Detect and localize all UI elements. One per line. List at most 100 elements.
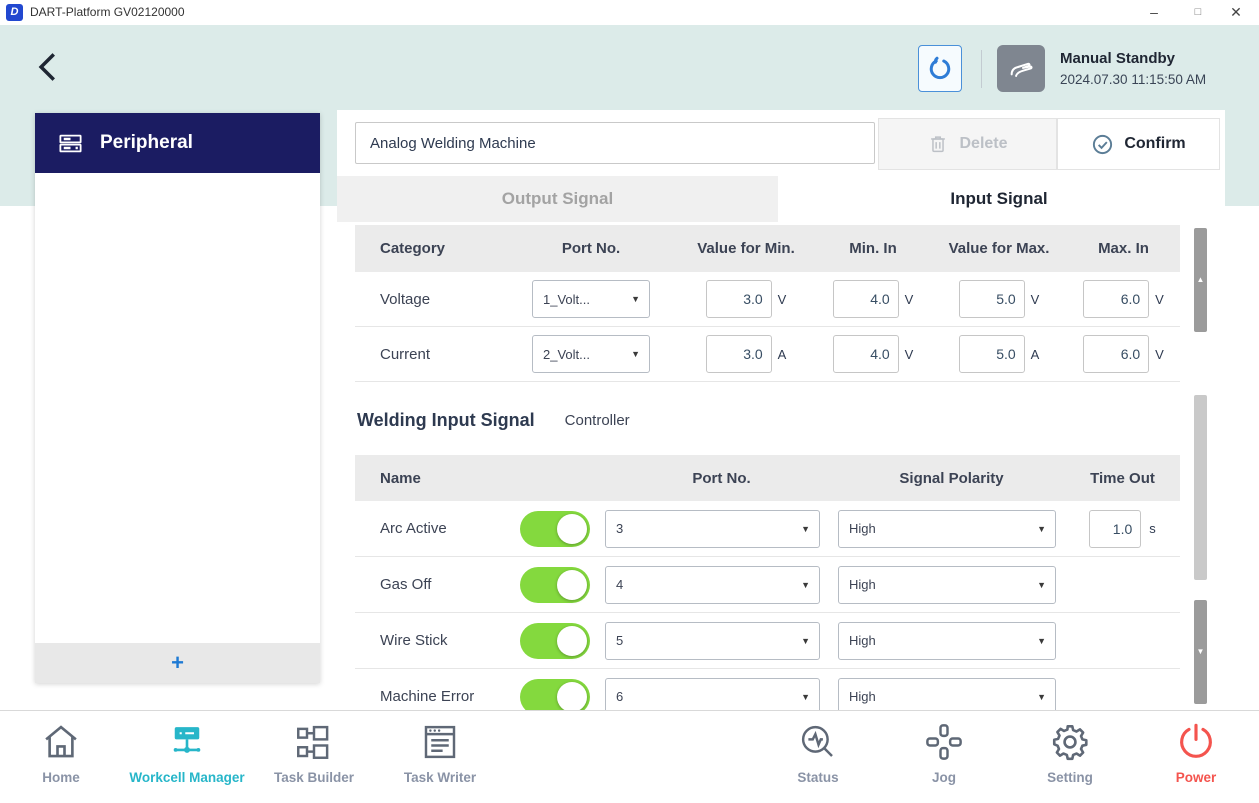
col-port-no: Port No. bbox=[692, 470, 750, 487]
dropdown-value: High bbox=[849, 689, 876, 704]
voltage-value-for-min-input[interactable] bbox=[706, 280, 772, 318]
dropdown-value: 2_Volt... bbox=[543, 347, 590, 362]
row-label: Gas Off bbox=[355, 576, 431, 593]
machine-error-port-dropdown[interactable]: 6 ▼ bbox=[605, 678, 820, 711]
header-divider bbox=[981, 50, 982, 88]
signal-row-machine-error: Machine Error 6 ▼ High ▼ bbox=[355, 669, 1180, 710]
current-value-for-min-input[interactable] bbox=[706, 335, 772, 373]
current-max-in-input[interactable] bbox=[1083, 335, 1149, 373]
welding-section-header: Welding Input Signal Controller bbox=[357, 410, 630, 431]
chevron-down-icon: ▼ bbox=[631, 349, 640, 359]
bottom-navigation: Home Workcell Manager bbox=[0, 710, 1259, 803]
chevron-down-icon: ▼ bbox=[1037, 580, 1046, 590]
confirm-button[interactable]: Confirm bbox=[1057, 118, 1220, 170]
col-name: Name bbox=[355, 470, 421, 487]
delete-button[interactable]: Delete bbox=[878, 118, 1057, 170]
current-port-dropdown[interactable]: 2_Volt... ▼ bbox=[532, 335, 650, 373]
col-port-no: Port No. bbox=[562, 240, 620, 257]
row-label: Machine Error bbox=[355, 688, 474, 705]
header-background bbox=[0, 25, 1259, 110]
confirm-button-label: Confirm bbox=[1124, 135, 1185, 153]
chevron-down-icon: ▼ bbox=[801, 524, 810, 534]
voltage-value-for-max-input[interactable] bbox=[959, 280, 1025, 318]
gear-icon bbox=[1049, 721, 1091, 763]
current-min-in-input[interactable] bbox=[833, 335, 899, 373]
voltage-min-in-input[interactable] bbox=[833, 280, 899, 318]
arc-active-polarity-dropdown[interactable]: High ▼ bbox=[838, 510, 1056, 548]
arc-active-toggle[interactable] bbox=[520, 511, 590, 547]
chevron-down-icon: ▼ bbox=[801, 636, 810, 646]
table-row-voltage: Voltage 1_Volt... ▼ V V V V bbox=[355, 272, 1180, 327]
tab-input-signal[interactable]: Input Signal bbox=[778, 176, 1220, 222]
col-category: Category bbox=[355, 240, 445, 257]
unit-label: s bbox=[1149, 521, 1156, 536]
unit-label: V bbox=[905, 347, 914, 362]
wire-stick-polarity-dropdown[interactable]: High ▼ bbox=[838, 622, 1056, 660]
robot-gripper-icon bbox=[925, 54, 955, 84]
current-value-for-max-input[interactable] bbox=[959, 335, 1025, 373]
chevron-down-icon: ▼ bbox=[631, 294, 640, 304]
wire-stick-toggle[interactable] bbox=[520, 623, 590, 659]
signal-table-header: Name Port No. Signal Polarity Time Out bbox=[355, 455, 1180, 501]
home-icon bbox=[40, 721, 82, 763]
manual-mode-badge[interactable] bbox=[997, 45, 1045, 92]
chevron-down-icon: ▼ bbox=[801, 692, 810, 702]
col-value-for-min: Value for Min. bbox=[697, 240, 795, 257]
add-peripheral-button[interactable]: + bbox=[35, 643, 320, 683]
gas-off-polarity-dropdown[interactable]: High ▼ bbox=[838, 566, 1056, 604]
nav-task-writer[interactable]: Task Writer bbox=[360, 721, 520, 785]
dropdown-value: High bbox=[849, 633, 876, 648]
nav-label: Power bbox=[1116, 770, 1259, 785]
dropdown-value: 4 bbox=[616, 577, 623, 592]
back-button[interactable] bbox=[30, 48, 68, 86]
peripheral-icon bbox=[57, 130, 84, 157]
arc-active-timeout-input[interactable] bbox=[1089, 510, 1141, 548]
row-label: Arc Active bbox=[355, 520, 447, 537]
close-button[interactable]: ✕ bbox=[1219, 0, 1253, 25]
scroll-down-button[interactable]: ▼ bbox=[1194, 600, 1207, 704]
toggle-knob bbox=[557, 514, 587, 544]
chevron-down-icon: ▼ bbox=[1037, 692, 1046, 702]
tab-output-signal[interactable]: Output Signal bbox=[337, 176, 778, 222]
task-builder-icon bbox=[293, 721, 335, 763]
nav-power[interactable]: Power bbox=[1116, 721, 1259, 785]
peripheral-name-input[interactable] bbox=[355, 122, 875, 164]
unit-label: V bbox=[1155, 292, 1164, 307]
gas-off-toggle[interactable] bbox=[520, 567, 590, 603]
sidebar-title: Peripheral bbox=[100, 132, 193, 154]
chevron-down-icon: ▼ bbox=[1037, 636, 1046, 646]
dropdown-value: 6 bbox=[616, 689, 623, 704]
toggle-knob bbox=[557, 682, 587, 711]
col-min-in: Min. In bbox=[849, 240, 897, 257]
nav-label: Task Writer bbox=[360, 770, 520, 785]
scrollbar-thumb[interactable] bbox=[1194, 395, 1207, 580]
voltage-port-dropdown[interactable]: 1_Volt... ▼ bbox=[532, 280, 650, 318]
maximize-button[interactable]: □ bbox=[1181, 0, 1215, 25]
wire-stick-port-dropdown[interactable]: 5 ▼ bbox=[605, 622, 820, 660]
signal-row-wire-stick: Wire Stick 5 ▼ High ▼ bbox=[355, 613, 1180, 669]
dropdown-value: 5 bbox=[616, 633, 623, 648]
robot-gripper-button[interactable] bbox=[918, 45, 962, 92]
jog-icon bbox=[923, 721, 965, 763]
task-writer-icon bbox=[419, 721, 461, 763]
confirm-check-icon bbox=[1091, 133, 1114, 156]
col-signal-polarity: Signal Polarity bbox=[899, 470, 1003, 487]
app-logo-icon: D bbox=[6, 4, 23, 21]
scroll-up-button[interactable]: ▲ bbox=[1194, 228, 1207, 332]
dart-platform-window: D DART-Platform GV02120000 – □ ✕ Manual … bbox=[0, 0, 1259, 803]
machine-error-toggle[interactable] bbox=[520, 679, 590, 711]
peripheral-sidebar-header: Peripheral bbox=[35, 113, 320, 173]
chevron-down-icon: ▼ bbox=[1037, 524, 1046, 534]
machine-error-polarity-dropdown[interactable]: High ▼ bbox=[838, 678, 1056, 711]
voltage-max-in-input[interactable] bbox=[1083, 280, 1149, 318]
arc-active-port-dropdown[interactable]: 3 ▼ bbox=[605, 510, 820, 548]
section-subtitle: Controller bbox=[565, 412, 630, 429]
plus-icon: + bbox=[171, 650, 184, 675]
toggle-knob bbox=[557, 570, 587, 600]
signal-row-gas-off: Gas Off 4 ▼ High ▼ bbox=[355, 557, 1180, 613]
gas-off-port-dropdown[interactable]: 4 ▼ bbox=[605, 566, 820, 604]
window-title: DART-Platform GV02120000 bbox=[30, 5, 185, 19]
minimize-button[interactable]: – bbox=[1137, 0, 1171, 25]
status-icon bbox=[797, 721, 839, 763]
unit-label: A bbox=[778, 347, 787, 362]
